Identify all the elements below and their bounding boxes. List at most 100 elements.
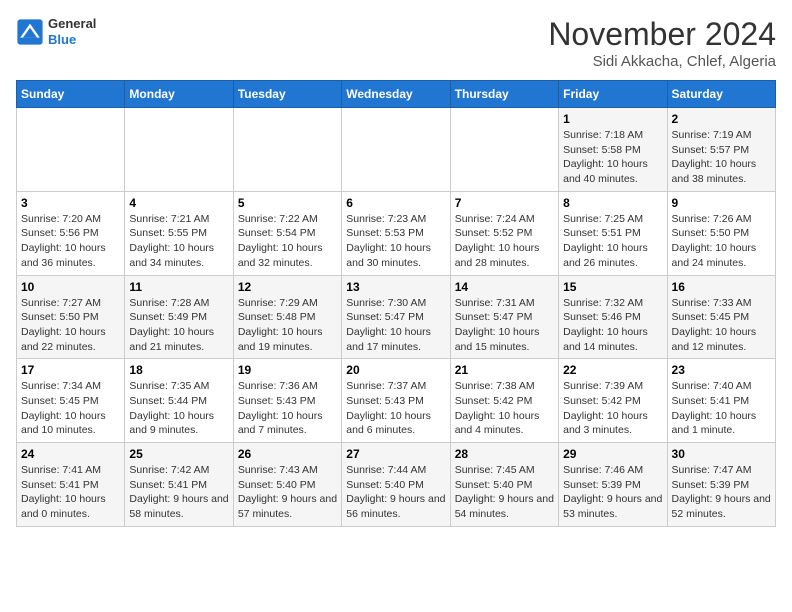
day-number: 27	[346, 447, 445, 461]
calendar-cell: 25Sunrise: 7:42 AM Sunset: 5:41 PM Dayli…	[125, 443, 233, 527]
day-info: Sunrise: 7:38 AM Sunset: 5:42 PM Dayligh…	[455, 379, 554, 438]
weekday-header: Monday	[125, 81, 233, 108]
calendar-cell: 20 Sunrise: 7:37 AM Sunset: 5:43 PM Dayli…	[342, 359, 450, 443]
weekday-row: SundayMondayTuesdayWednesdayThursdayFrid…	[17, 81, 776, 108]
weekday-header: Thursday	[450, 81, 558, 108]
day-info: Sunrise: 7:37 AM Sunset: 5:43 PM Dayligh…	[346, 379, 445, 438]
calendar-week-row: 17 Sunrise: 7:34 AM Sunset: 5:45 PM Dayli…	[17, 359, 776, 443]
logo-line2: Blue	[48, 32, 96, 48]
day-number: 19	[238, 363, 337, 377]
day-info: Sunrise: 7:43 AM Sunset: 5:40 PM Dayligh…	[238, 463, 337, 522]
day-number: 5	[238, 196, 337, 210]
day-info: Sunrise: 7:22 AM Sunset: 5:54 PM Dayligh…	[238, 212, 337, 271]
calendar-cell: 10 Sunrise: 7:27 AM Sunset: 5:50 PM Dayli…	[17, 275, 125, 359]
calendar-cell: 28 Sunrise: 7:45 AM Sunset: 5:40 PM Dayli…	[450, 443, 558, 527]
day-number: 16	[672, 280, 771, 294]
day-info: Sunrise: 7:24 AM Sunset: 5:52 PM Dayligh…	[455, 212, 554, 271]
day-number: 1	[563, 112, 662, 126]
day-number: 2	[672, 112, 771, 126]
day-info: Sunrise: 7:33 AM Sunset: 5:45 PM Dayligh…	[672, 296, 771, 355]
day-info: Sunrise: 7:27 AM Sunset: 5:50 PM Dayligh…	[21, 296, 120, 355]
day-number: 18	[129, 363, 228, 377]
day-info: Sunrise: 7:34 AM Sunset: 5:45 PM Dayligh…	[21, 379, 120, 438]
logo-icon	[16, 18, 44, 46]
month-title: November 2024	[548, 16, 776, 53]
calendar-body: 1 Sunrise: 7:18 AM Sunset: 5:58 PM Daylig…	[17, 108, 776, 527]
day-number: 22	[563, 363, 662, 377]
day-info: Sunrise: 7:39 AM Sunset: 5:42 PM Dayligh…	[563, 379, 662, 438]
title-block: November 2024 Sidi Akkacha, Chlef, Alger…	[548, 16, 776, 70]
day-number: 10	[21, 280, 120, 294]
day-info: Sunrise: 7:26 AM Sunset: 5:50 PM Dayligh…	[672, 212, 771, 271]
calendar-week-row: 3Sunrise: 7:20 AM Sunset: 5:56 PM Daylig…	[17, 191, 776, 275]
day-number: 15	[563, 280, 662, 294]
day-number: 28	[455, 447, 554, 461]
day-number: 24	[21, 447, 120, 461]
day-info: Sunrise: 7:20 AM Sunset: 5:56 PM Dayligh…	[21, 212, 120, 271]
day-number: 12	[238, 280, 337, 294]
day-number: 21	[455, 363, 554, 377]
day-number: 23	[672, 363, 771, 377]
day-info: Sunrise: 7:18 AM Sunset: 5:58 PM Dayligh…	[563, 128, 662, 187]
calendar-cell: 6Sunrise: 7:23 AM Sunset: 5:53 PM Daylig…	[342, 191, 450, 275]
day-number: 9	[672, 196, 771, 210]
calendar-cell: 17 Sunrise: 7:34 AM Sunset: 5:45 PM Dayli…	[17, 359, 125, 443]
day-info: Sunrise: 7:40 AM Sunset: 5:41 PM Dayligh…	[672, 379, 771, 438]
calendar-cell: 2 Sunrise: 7:19 AM Sunset: 5:57 PM Daylig…	[667, 108, 775, 192]
day-info: Sunrise: 7:29 AM Sunset: 5:48 PM Dayligh…	[238, 296, 337, 355]
day-number: 20	[346, 363, 445, 377]
day-number: 14	[455, 280, 554, 294]
calendar-cell: 29 Sunrise: 7:46 AM Sunset: 5:39 PM Dayli…	[559, 443, 667, 527]
calendar-cell: 15 Sunrise: 7:32 AM Sunset: 5:46 PM Dayli…	[559, 275, 667, 359]
day-number: 29	[563, 447, 662, 461]
day-number: 17	[21, 363, 120, 377]
day-info: Sunrise: 7:32 AM Sunset: 5:46 PM Dayligh…	[563, 296, 662, 355]
day-info: Sunrise: 7:47 AM Sunset: 5:39 PM Dayligh…	[672, 463, 771, 522]
day-number: 13	[346, 280, 445, 294]
day-info: Sunrise: 7:31 AM Sunset: 5:47 PM Dayligh…	[455, 296, 554, 355]
day-number: 6	[346, 196, 445, 210]
calendar-cell: 9 Sunrise: 7:26 AM Sunset: 5:50 PM Daylig…	[667, 191, 775, 275]
day-info: Sunrise: 7:46 AM Sunset: 5:39 PM Dayligh…	[563, 463, 662, 522]
calendar-week-row: 24Sunrise: 7:41 AM Sunset: 5:41 PM Dayli…	[17, 443, 776, 527]
calendar-cell: 4 Sunrise: 7:21 AM Sunset: 5:55 PM Daylig…	[125, 191, 233, 275]
calendar-cell: 1 Sunrise: 7:18 AM Sunset: 5:58 PM Daylig…	[559, 108, 667, 192]
calendar-header: SundayMondayTuesdayWednesdayThursdayFrid…	[17, 81, 776, 108]
calendar-cell	[450, 108, 558, 192]
calendar-table: SundayMondayTuesdayWednesdayThursdayFrid…	[16, 80, 776, 527]
weekday-header: Saturday	[667, 81, 775, 108]
day-info: Sunrise: 7:44 AM Sunset: 5:40 PM Dayligh…	[346, 463, 445, 522]
weekday-header: Friday	[559, 81, 667, 108]
day-info: Sunrise: 7:21 AM Sunset: 5:55 PM Dayligh…	[129, 212, 228, 271]
day-info: Sunrise: 7:45 AM Sunset: 5:40 PM Dayligh…	[455, 463, 554, 522]
calendar-cell: 13Sunrise: 7:30 AM Sunset: 5:47 PM Dayli…	[342, 275, 450, 359]
day-info: Sunrise: 7:19 AM Sunset: 5:57 PM Dayligh…	[672, 128, 771, 187]
calendar-cell: 3Sunrise: 7:20 AM Sunset: 5:56 PM Daylig…	[17, 191, 125, 275]
calendar-cell: 19Sunrise: 7:36 AM Sunset: 5:43 PM Dayli…	[233, 359, 341, 443]
calendar-week-row: 1 Sunrise: 7:18 AM Sunset: 5:58 PM Daylig…	[17, 108, 776, 192]
calendar-cell: 18 Sunrise: 7:35 AM Sunset: 5:44 PM Dayli…	[125, 359, 233, 443]
day-number: 7	[455, 196, 554, 210]
logo-line1: General	[48, 16, 96, 32]
day-number: 30	[672, 447, 771, 461]
calendar-cell	[17, 108, 125, 192]
logo: General Blue	[16, 16, 96, 47]
calendar-cell: 26Sunrise: 7:43 AM Sunset: 5:40 PM Dayli…	[233, 443, 341, 527]
day-number: 8	[563, 196, 662, 210]
calendar-cell: 14 Sunrise: 7:31 AM Sunset: 5:47 PM Dayli…	[450, 275, 558, 359]
calendar-cell: 21 Sunrise: 7:38 AM Sunset: 5:42 PM Dayli…	[450, 359, 558, 443]
calendar-cell: 22 Sunrise: 7:39 AM Sunset: 5:42 PM Dayli…	[559, 359, 667, 443]
day-info: Sunrise: 7:35 AM Sunset: 5:44 PM Dayligh…	[129, 379, 228, 438]
calendar-cell	[342, 108, 450, 192]
calendar-cell: 24Sunrise: 7:41 AM Sunset: 5:41 PM Dayli…	[17, 443, 125, 527]
calendar-cell	[233, 108, 341, 192]
calendar-cell: 8 Sunrise: 7:25 AM Sunset: 5:51 PM Daylig…	[559, 191, 667, 275]
calendar-cell: 5 Sunrise: 7:22 AM Sunset: 5:54 PM Daylig…	[233, 191, 341, 275]
day-number: 4	[129, 196, 228, 210]
calendar-cell: 30 Sunrise: 7:47 AM Sunset: 5:39 PM Dayli…	[667, 443, 775, 527]
day-info: Sunrise: 7:25 AM Sunset: 5:51 PM Dayligh…	[563, 212, 662, 271]
location-title: Sidi Akkacha, Chlef, Algeria	[548, 53, 776, 70]
calendar-cell: 12 Sunrise: 7:29 AM Sunset: 5:48 PM Dayli…	[233, 275, 341, 359]
day-info: Sunrise: 7:42 AM Sunset: 5:41 PM Dayligh…	[129, 463, 228, 522]
day-number: 11	[129, 280, 228, 294]
